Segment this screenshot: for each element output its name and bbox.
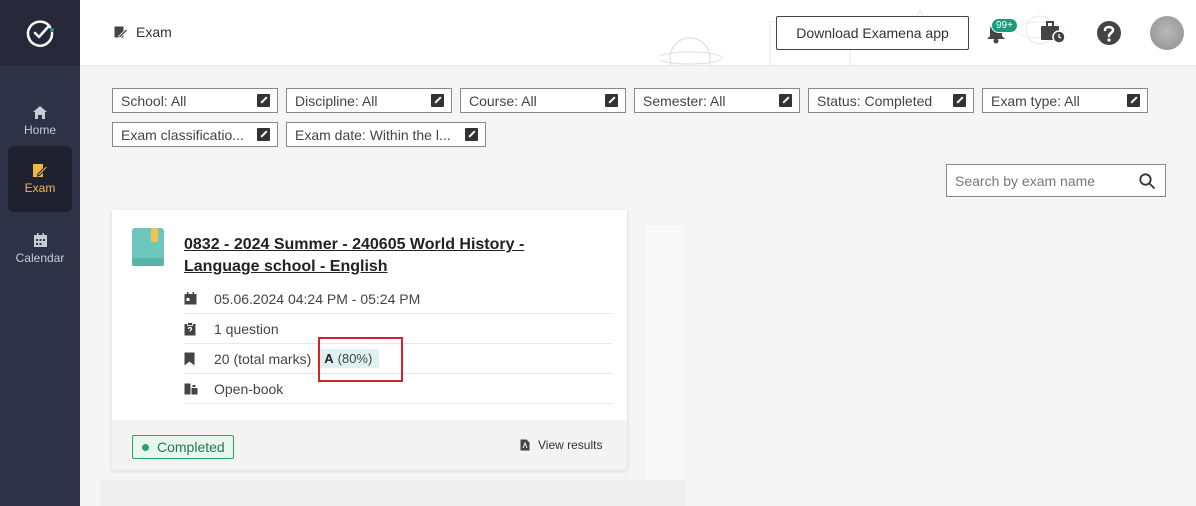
view-results-link[interactable]: View results [520,438,602,452]
help-icon[interactable] [1096,20,1122,46]
sidebar-item-label: Calendar [15,251,65,265]
download-app-button[interactable]: Download Examena app [776,16,969,50]
briefcase-clock-icon[interactable] [1040,20,1066,44]
edit-icon [953,94,966,107]
page-title-text: Exam [136,24,172,40]
exam-total-marks: 20 (total marks) [214,350,312,367]
calendar-icon [184,292,197,305]
exam-datetime-row: 05.06.2024 04:24 PM - 05:24 PM [184,284,612,314]
page-title: Exam [114,24,172,40]
sidebar-item-label: Home [23,123,56,137]
exam-datetime: 05.06.2024 04:24 PM - 05:24 PM [214,290,421,307]
avatar[interactable] [1150,16,1184,50]
app-logo[interactable] [0,0,80,66]
filter-label: Discipline: All [295,93,378,109]
filter-status[interactable]: Status: Completed [808,88,974,113]
edit-icon [779,94,792,107]
filter-label: Exam date: Within the l... [295,127,451,143]
clipboard-icon [184,321,196,335]
bookmark-icon [184,352,195,365]
placeholder-area [100,480,685,506]
filter-label: Course: All [469,93,537,109]
filter-course[interactable]: Course: All [460,88,626,113]
search-input[interactable] [947,165,1127,196]
book-icon [132,228,164,266]
grade-highlight-box [318,337,403,382]
filter-label: Exam classificatio... [121,127,244,143]
sidebar-item-exam[interactable]: Exam [8,146,72,212]
sidebar-item-label: Exam [24,181,56,195]
filter-semester[interactable]: Semester: All [634,88,800,113]
sidebar-item-calendar[interactable]: Calendar [8,216,72,282]
edit-icon [257,94,270,107]
edit-icon [431,94,444,107]
logo-icon [26,20,54,47]
open-book-icon [184,383,198,394]
filter-label: Semester: All [643,93,726,109]
view-results-label: View results [538,438,603,452]
filter-label: Status: Completed [817,93,933,109]
sidebar-item-home[interactable]: Home [8,88,72,154]
filter-exam-type[interactable]: Exam type: All [982,88,1148,113]
filter-exam-date[interactable]: Exam date: Within the l... [286,122,486,147]
notification-badge: 99+ [991,18,1018,33]
edit-icon [1127,94,1140,107]
status-badge: Completed [132,435,234,459]
filter-school[interactable]: School: All [112,88,278,113]
home-icon [33,106,47,119]
calendar-icon [33,233,47,247]
filter-discipline[interactable]: Discipline: All [286,88,452,113]
exam-mode: Open-book [214,380,284,397]
filter-exam-classification[interactable]: Exam classificatio... [112,122,278,147]
sidebar: Home Exam Calendar [0,0,80,506]
pdf-file-icon [520,439,530,451]
exam-question-count: 1 question [214,320,279,337]
filter-label: School: All [121,93,187,109]
search-box [946,164,1166,197]
exam-icon [33,164,48,177]
edit-icon [257,128,270,141]
edit-icon [465,128,478,141]
edit-icon [605,94,618,107]
search-icon[interactable] [1139,173,1155,189]
filter-label: Exam type: All [991,93,1080,109]
placeholder-area [645,225,685,480]
exam-title-link[interactable]: 0832 - 2024 Summer - 240605 World Histor… [184,234,564,278]
exam-edit-icon [114,26,128,39]
top-header: Exam Download Examena app 99+ [80,0,1196,66]
